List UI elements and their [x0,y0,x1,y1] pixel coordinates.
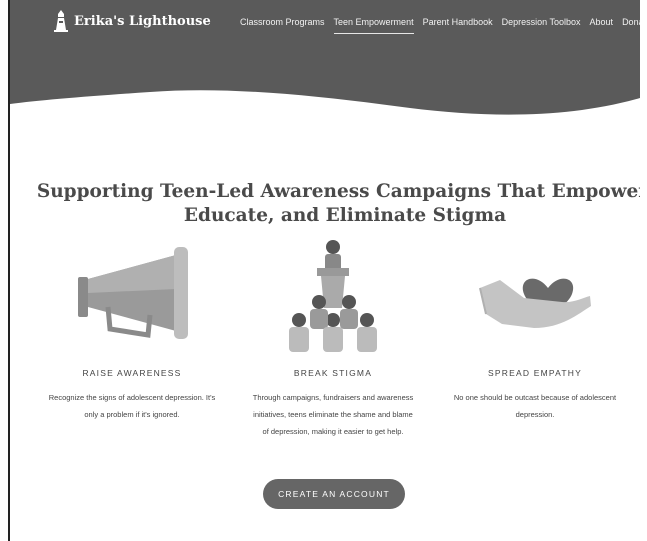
nav-depression-toolbox[interactable]: Depression Toolbox [502,17,581,32]
feature-text-line: of depression, making it easier to get h… [262,427,404,436]
window-left-edge [0,0,10,541]
feature-text-line: only a problem if it's ignored. [84,410,180,419]
nav-parent-handbook[interactable]: Parent Handbook [423,17,493,32]
nav-about[interactable]: About [590,17,614,32]
page-title-line2: Educate, and Eliminate Stigma [183,205,507,227]
lighthouse-icon [54,10,68,32]
feature-text-line: Through campaigns, fundraisers and aware… [252,393,414,402]
hand-heart-icon [479,278,591,328]
feature-text-line: No one should be outcast because of adol… [453,393,617,402]
feature-text-line: initiatives, teens eliminate the shame a… [253,410,413,419]
page-title: Supporting Teen-Led Awareness Campaigns … [25,180,647,228]
create-account-button[interactable]: CREATE AN ACCOUNT [263,479,405,509]
feature-title-raise-awareness: RAISE AWARENESS [82,368,182,378]
window-right-edge [640,0,647,541]
nav-teen-empowerment[interactable]: Teen Empowerment [333,17,414,34]
feature-text-line: Recognize the signs of adolescent depres… [48,393,216,402]
feature-text-raise-awareness: Recognize the signs of adolescent depres… [32,389,232,423]
feature-text-break-stigma: Through campaigns, fundraisers and aware… [233,389,433,440]
audience-speaker-icon [289,240,377,352]
site-header: Erika's Lighthouse Classroom Programs Te… [10,0,647,120]
site-logo[interactable]: Erika's Lighthouse [54,10,211,32]
page-title-line1: Supporting Teen-Led Awareness Campaigns … [36,181,647,203]
feature-title-spread-empathy: SPREAD EMPATHY [488,368,582,378]
feature-text-line: depression. [515,410,555,419]
megaphone-icon [78,247,188,339]
nav-classroom-programs[interactable]: Classroom Programs [240,17,325,32]
feature-title-break-stigma: BREAK STIGMA [293,368,373,378]
logo-text: Erika's Lighthouse [74,13,211,29]
main-nav: Classroom Programs Teen Empowerment Pare… [240,17,647,34]
feature-text-spread-empathy: No one should be outcast because of adol… [435,389,635,423]
